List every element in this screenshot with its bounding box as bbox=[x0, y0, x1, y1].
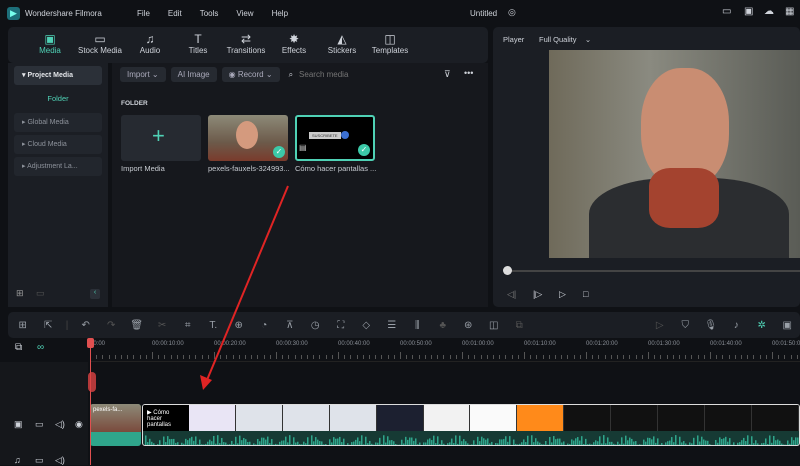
arrow-line bbox=[207, 186, 288, 380]
annotation-arrow bbox=[0, 0, 800, 465]
arrow-head bbox=[200, 375, 212, 390]
